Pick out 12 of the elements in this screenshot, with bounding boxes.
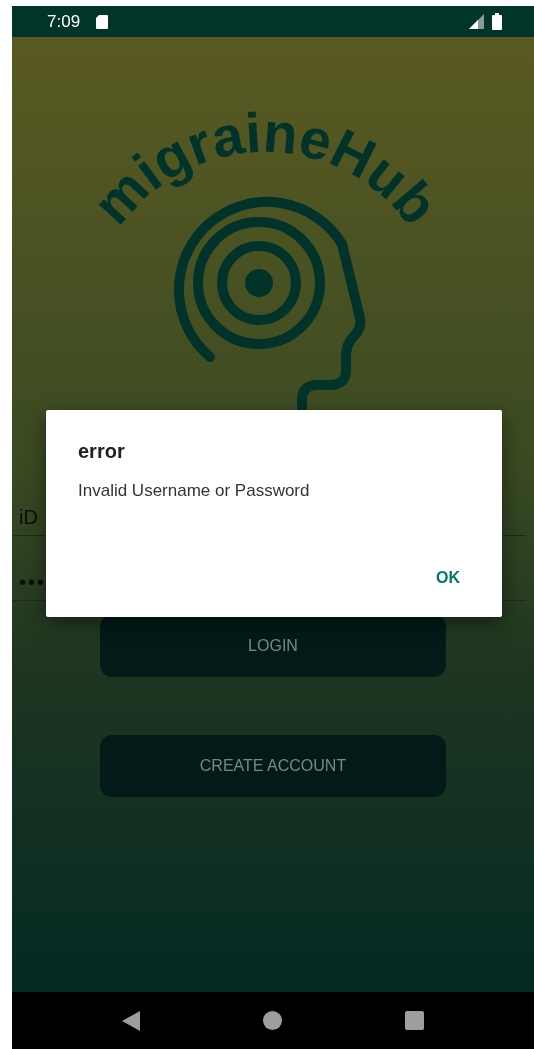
home-icon[interactable] [263,1011,282,1030]
back-icon[interactable] [121,1010,140,1031]
login-button[interactable]: LOGIN [100,615,446,677]
create-account-button[interactable]: CREATE ACCOUNT [100,735,446,797]
recents-icon[interactable] [405,1011,425,1030]
battery-icon [492,13,502,30]
status-time: 7:09 [47,10,81,33]
ok-button[interactable]: OK [426,559,470,596]
sd-card-icon [96,14,109,29]
dialog-message: Invalid Username or Password [78,480,311,502]
signal-icon [469,14,484,29]
dialog-title: error [78,439,126,464]
